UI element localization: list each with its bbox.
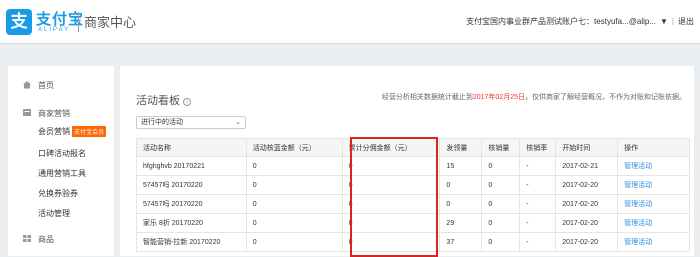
cell-commission-amount: 0 <box>341 175 441 195</box>
table-header-row: 活动名称 活动核蓝金额（元） 累计分佣金额（元） 发领量 核销量 核销率 开始时… <box>136 138 690 157</box>
manage-activity-link[interactable]: 管理活动 <box>617 156 690 176</box>
main-panel: 活动看板 i 经营分析相关数据统计截止到2017年02月25日，仅供商家了解经营… <box>120 66 694 257</box>
col-redeem-rate: 核销率 <box>519 138 557 157</box>
cell-activity-name: 智能营销-拉新 20170220 <box>136 232 247 252</box>
account-name[interactable]: 支付宝国内事业群产品测试账户七：testyufa...@alip... <box>466 16 656 27</box>
top-header: 支 支付宝 ALIPAY 商家中心 支付宝国内事业群产品测试账户七：testyu… <box>0 0 700 44</box>
cell-issued: 0 <box>439 194 483 214</box>
sidebar: 首页 商家营销 会员营销 支付宝会员 口碑活动报名 通用营销工具 兑换券验券 活动… <box>8 66 114 256</box>
cell-redeem-rate: - <box>519 232 557 252</box>
col-issued: 发领量 <box>439 138 483 157</box>
cell-verify-amount: 0 <box>245 156 343 176</box>
activity-status-select[interactable]: 进行中的活动 ⌄ <box>136 116 246 129</box>
col-operation: 操作 <box>617 138 690 157</box>
cell-activity-name: 57457吗 20170220 <box>136 175 247 195</box>
cell-redeemed: 0 <box>481 232 521 252</box>
col-commission-amount: 累计分佣金额（元） <box>341 138 441 157</box>
cell-redeemed: 0 <box>481 175 521 195</box>
merchant-center-title: 商家中心 <box>84 15 137 30</box>
sidebar-item-label: 会员营销 <box>38 127 70 136</box>
cell-commission-amount: 0 <box>341 156 441 176</box>
data-notice: 经营分析相关数据统计截止到2017年02月25日，仅供商家了解经营概况，不作为对… <box>382 92 686 102</box>
cell-issued: 37 <box>439 232 483 252</box>
cell-commission-amount: 0 <box>341 232 441 252</box>
cell-redeemed: 0 <box>481 156 521 176</box>
cell-issued: 29 <box>439 213 483 233</box>
cell-activity-name: 57457吗 20170220 <box>136 194 247 214</box>
cell-redeem-rate: - <box>519 213 557 233</box>
chevron-down-icon[interactable]: ▼ <box>660 17 668 26</box>
sidebar-item-label: 商品 <box>38 235 54 244</box>
account-area: 支付宝国内事业群产品测试账户七：testyufa...@alip... ▼ | … <box>466 16 694 27</box>
page-title: 活动看板 i <box>136 92 192 108</box>
page-title-text: 活动看板 <box>136 95 180 107</box>
table-row: 智能营销-拉新 20170220 0 0 37 0 - 2017-02-20 管… <box>136 232 690 252</box>
cell-activity-name: hfghghvb 20170221 <box>136 156 247 176</box>
col-redeemed: 核销量 <box>481 138 521 157</box>
cell-issued: 0 <box>439 175 483 195</box>
manage-activity-link[interactable]: 管理活动 <box>617 175 690 195</box>
sidebar-item-goods[interactable]: 商品 <box>8 234 114 245</box>
info-icon[interactable]: i <box>183 98 192 106</box>
col-verify-amount: 活动核蓝金额（元） <box>245 138 343 157</box>
logout-link[interactable]: 退出 <box>678 16 694 27</box>
cell-redeem-rate: - <box>519 175 557 195</box>
cell-redeem-rate: - <box>519 156 557 176</box>
manage-activity-link[interactable]: 管理活动 <box>617 213 690 233</box>
sidebar-item-label: 首页 <box>38 81 54 90</box>
table-row: 家乐 8折 20170220 0 0 29 0 - 2017-02-20 管理活… <box>136 213 690 233</box>
sidebar-item-home[interactable]: 首页 <box>8 80 114 91</box>
header-separator: | <box>671 17 674 26</box>
sidebar-item-activity-mgmt[interactable]: 活动管理 <box>8 208 114 219</box>
member-tag-badge: 支付宝会员 <box>72 126 107 137</box>
cell-start-time: 2017-02-20 <box>555 232 619 252</box>
marketing-icon <box>23 109 31 116</box>
notice-prefix: 经营分析相关数据统计截止到 <box>381 94 473 101</box>
home-icon <box>23 81 31 89</box>
col-activity-name: 活动名称 <box>136 138 247 157</box>
cell-start-time: 2017-02-21 <box>555 156 619 176</box>
cell-issued: 15 <box>439 156 483 176</box>
chevron-down-icon: ⌄ <box>235 119 241 126</box>
table-row: 57457吗 20170220 0 0 0 0 - 2017-02-20 管理活… <box>136 175 690 195</box>
table-row: hfghghvb 20170221 0 0 15 0 - 2017-02-21 … <box>136 156 690 176</box>
sidebar-item-coupon[interactable]: 兑换券验券 <box>8 188 114 199</box>
cell-verify-amount: 0 <box>245 213 343 233</box>
cell-redeemed: 0 <box>481 194 521 214</box>
cell-verify-amount: 0 <box>245 194 343 214</box>
select-value: 进行中的活动 <box>141 119 183 126</box>
cell-redeem-rate: - <box>519 194 557 214</box>
notice-suffix: ，仅供商家了解经营概况，不作为对账和记账依据。 <box>525 94 686 101</box>
notice-date: 2017年02月25日 <box>472 94 525 101</box>
manage-activity-link[interactable]: 管理活动 <box>617 232 690 252</box>
cell-redeemed: 0 <box>481 213 521 233</box>
alipay-logo-text[interactable]: 支付宝 <box>36 8 84 29</box>
logo-divider <box>78 12 79 32</box>
cell-start-time: 2017-02-20 <box>555 175 619 195</box>
cell-start-time: 2017-02-20 <box>555 194 619 214</box>
alipay-logo-icon[interactable]: 支 <box>6 9 32 35</box>
cell-commission-amount: 0 <box>341 194 441 214</box>
cell-activity-name: 家乐 8折 20170220 <box>136 213 247 233</box>
cell-verify-amount: 0 <box>245 175 343 195</box>
sidebar-item-koubei[interactable]: 口碑活动报名 <box>8 148 114 159</box>
table-row: 57457吗 20170220 0 0 0 0 - 2017-02-20 管理活… <box>136 194 690 214</box>
cell-verify-amount: 0 <box>245 232 343 252</box>
activity-table: 活动名称 活动核蓝金额（元） 累计分佣金额（元） 发领量 核销量 核销率 开始时… <box>136 138 690 252</box>
sidebar-item-general-tools[interactable]: 通用营销工具 <box>8 168 114 179</box>
col-start-time: 开始时间 <box>555 138 619 157</box>
grid-icon <box>23 235 31 242</box>
sidebar-item-member-marketing[interactable]: 会员营销 支付宝会员 <box>8 126 114 137</box>
alipay-logo-en: ALIPAY <box>38 27 71 33</box>
cell-start-time: 2017-02-20 <box>555 213 619 233</box>
sidebar-item-marketing[interactable]: 商家营销 <box>8 108 114 119</box>
manage-activity-link[interactable]: 管理活动 <box>617 194 690 214</box>
sidebar-item-label: 商家营销 <box>38 109 70 118</box>
cell-commission-amount: 0 <box>341 213 441 233</box>
